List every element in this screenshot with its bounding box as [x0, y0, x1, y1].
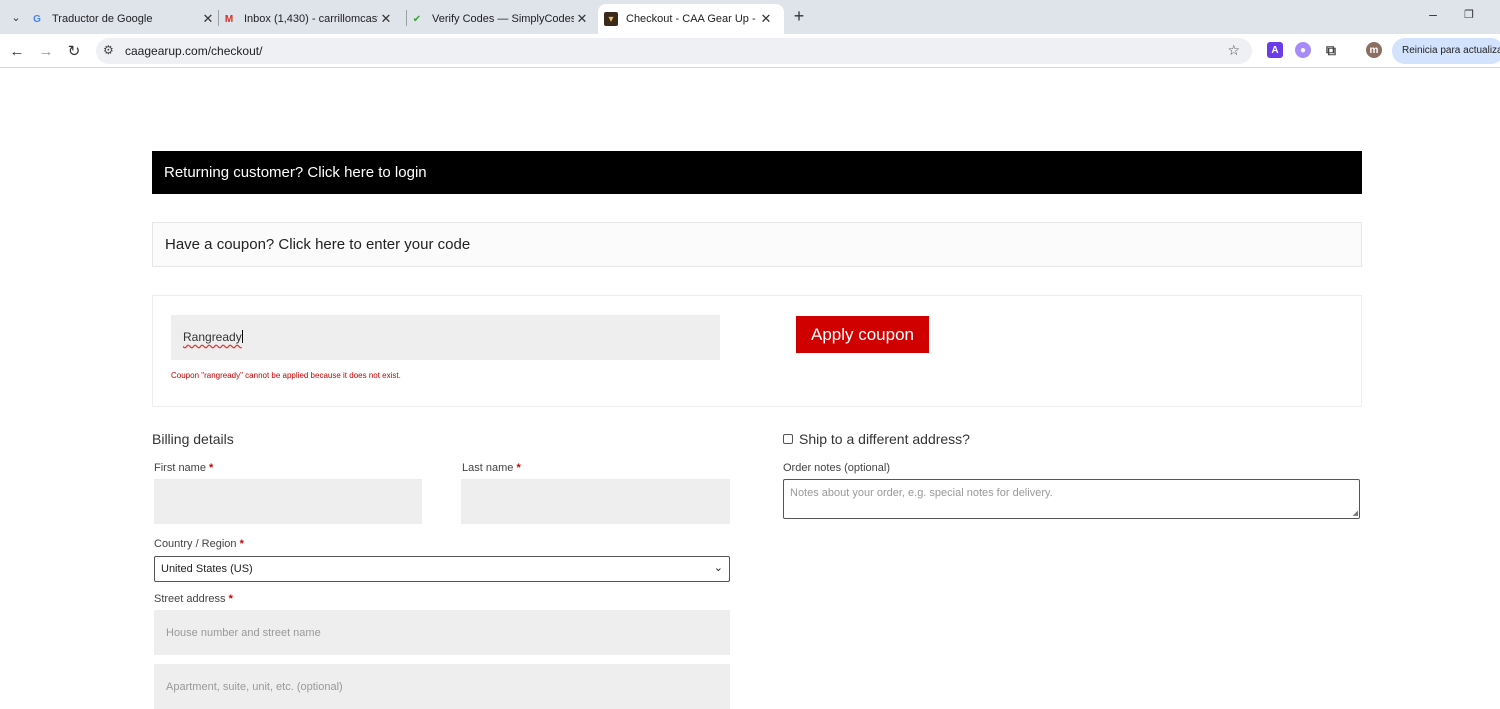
- tab-gmail[interactable]: M Inbox (1,430) - carrillomcastelo ✕: [222, 4, 400, 34]
- apartment-placeholder: Apartment, suite, unit, etc. (optional): [166, 680, 343, 693]
- coupon-form: Rangready Coupon "rangready" cannot be a…: [152, 295, 1362, 407]
- required-mark: *: [228, 593, 233, 605]
- tab-title: Checkout - CAA Gear Up - CAA: [626, 13, 758, 25]
- gmail-icon: M: [224, 13, 234, 25]
- tab-google-translate[interactable]: G Traductor de Google ✕: [30, 4, 216, 34]
- close-tab-icon[interactable]: ✕: [378, 11, 394, 27]
- last-name-field[interactable]: [461, 479, 730, 524]
- address-bar: ← → ↻ ⚙ caagearup.com/checkout/ ☆ A ● ⧉ …: [0, 34, 1500, 68]
- coupon-toggle-banner[interactable]: Have a coupon? Click here to enter your …: [152, 222, 1362, 267]
- order-notes-placeholder: Notes about your order, e.g. special not…: [790, 487, 1053, 499]
- tab-simplycodes[interactable]: ✔ Verify Codes — SimplyCodes ✕: [410, 4, 590, 34]
- first-name-field[interactable]: [154, 479, 422, 524]
- tab-checkout[interactable]: ▾ Checkout - CAA Gear Up - CAA ✕: [598, 4, 784, 34]
- country-select[interactable]: United States (US) ⌄: [154, 556, 730, 582]
- label-text: Country / Region: [154, 538, 237, 550]
- back-arrow-icon[interactable]: ←: [7, 41, 27, 61]
- close-tab-icon[interactable]: ✕: [200, 11, 216, 27]
- required-mark: *: [516, 462, 521, 474]
- omnibox[interactable]: ⚙ caagearup.com/checkout/ ☆: [96, 38, 1252, 64]
- required-mark: *: [239, 538, 244, 550]
- ship-different-checkbox[interactable]: [783, 434, 793, 444]
- street-address-label: Street address *: [154, 593, 233, 605]
- country-label: Country / Region *: [154, 538, 244, 550]
- chevron-down-icon: ⌄: [713, 562, 723, 574]
- extensions-puzzle-icon[interactable]: ⧉: [1323, 42, 1339, 58]
- close-tab-icon[interactable]: ✕: [758, 11, 774, 27]
- ship-different-address[interactable]: Ship to a different address?: [783, 431, 970, 447]
- returning-customer-banner[interactable]: Returning customer? Click here to login: [152, 151, 1362, 194]
- tab-title: Verify Codes — SimplyCodes: [432, 13, 574, 25]
- first-name-label: First name *: [154, 462, 213, 474]
- billing-details-heading: Billing details: [152, 431, 234, 447]
- extension-a-icon[interactable]: A: [1267, 42, 1283, 58]
- reload-icon[interactable]: ↻: [64, 41, 84, 61]
- label-text: Last name: [462, 462, 514, 474]
- google-translate-icon: G: [33, 13, 41, 25]
- tab-divider: [406, 10, 407, 26]
- tab-search-chevron-icon[interactable]: ⌄: [6, 7, 26, 27]
- caa-icon: ▾: [604, 12, 618, 26]
- coupon-code-value: Rangready: [183, 330, 242, 344]
- tab-title: Inbox (1,430) - carrillomcastelo: [244, 13, 378, 25]
- required-mark: *: [209, 462, 214, 474]
- resize-grip-icon[interactable]: ◢: [1353, 509, 1358, 517]
- bookmark-star-icon[interactable]: ☆: [1227, 42, 1240, 59]
- forward-arrow-icon[interactable]: →: [36, 41, 56, 61]
- order-notes-label: Order notes (optional): [783, 462, 890, 474]
- country-value: United States (US): [161, 563, 253, 575]
- apartment-field[interactable]: Apartment, suite, unit, etc. (optional): [154, 664, 730, 709]
- simplycodes-icon: ✔: [412, 13, 422, 25]
- order-notes-textarea[interactable]: Notes about your order, e.g. special not…: [783, 479, 1360, 519]
- tab-title: Traductor de Google: [52, 13, 153, 25]
- ship-different-label: Ship to a different address?: [799, 431, 970, 447]
- coupon-error-message: Coupon "rangready" cannot be applied bec…: [171, 371, 401, 380]
- url-text[interactable]: caagearup.com/checkout/: [125, 44, 262, 58]
- extension-simplycodes-icon[interactable]: ●: [1295, 42, 1311, 58]
- coupon-code-input[interactable]: Rangready: [171, 315, 720, 360]
- label-text: Street address: [154, 593, 226, 605]
- restore-window-icon[interactable]: ❐: [1459, 8, 1479, 21]
- new-tab-icon[interactable]: +: [790, 6, 808, 27]
- tab-strip: ⌄ G Traductor de Google ✕ M Inbox (1,430…: [0, 0, 1500, 34]
- minimize-icon[interactable]: –: [1423, 6, 1443, 22]
- profile-avatar[interactable]: m: [1366, 42, 1382, 58]
- close-tab-icon[interactable]: ✕: [574, 11, 590, 27]
- site-info-icon[interactable]: ⚙: [103, 43, 114, 57]
- text-caret: [241, 330, 243, 343]
- label-text: First name: [154, 462, 206, 474]
- tab-divider: [218, 10, 219, 26]
- apply-coupon-button[interactable]: Apply coupon: [796, 316, 929, 353]
- street-placeholder: House number and street name: [166, 626, 321, 639]
- street-address-field[interactable]: House number and street name: [154, 610, 730, 655]
- update-button[interactable]: Reinicia para actualizar: [1392, 38, 1500, 64]
- last-name-label: Last name *: [462, 462, 521, 474]
